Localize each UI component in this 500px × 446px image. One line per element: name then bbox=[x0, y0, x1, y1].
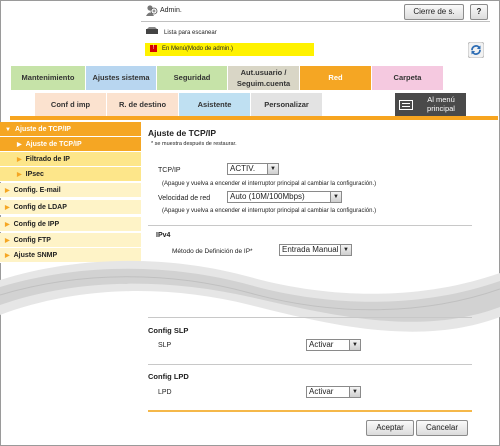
tab-mantenimiento[interactable]: Mantenimiento bbox=[11, 66, 85, 90]
page-title: Ajuste de TCP/IP bbox=[148, 128, 217, 138]
sidebar-item-ajuste-tcpip[interactable]: ▼ Ajuste de TCP/IP bbox=[0, 122, 141, 137]
admin-user-icon bbox=[146, 5, 158, 16]
tab-main-menu[interactable]: Al menú principal bbox=[395, 93, 466, 116]
tab-seguridad[interactable]: Seguridad bbox=[157, 66, 227, 90]
section-divider bbox=[148, 317, 472, 318]
lpd-select[interactable]: Activar ▼ bbox=[306, 386, 361, 398]
lpd-header: Config LPD bbox=[148, 372, 189, 381]
tab-asistente[interactable]: Asistente bbox=[179, 93, 250, 116]
sidebar-item-config-ftp[interactable]: ▶ Config FTP bbox=[0, 233, 141, 248]
page-break-wave bbox=[0, 260, 500, 332]
arrow-right-icon: ▶ bbox=[17, 172, 22, 178]
section-divider bbox=[148, 225, 472, 226]
slp-select[interactable]: Activar ▼ bbox=[306, 339, 361, 351]
warning-icon: ! bbox=[150, 45, 157, 52]
logout-button[interactable]: Cierre de s. bbox=[404, 4, 464, 20]
mode-label: En Menú(Modo de admin.) bbox=[162, 46, 234, 52]
admin-label: Admin. bbox=[160, 7, 182, 14]
accept-button[interactable]: Aceptar bbox=[366, 420, 414, 436]
header-divider bbox=[141, 21, 490, 22]
speed-label: Velocidad de red bbox=[158, 195, 211, 202]
slp-header: Config SLP bbox=[148, 326, 189, 335]
restore-note: * se muestra después de restaurar. bbox=[151, 141, 237, 147]
chevron-down-icon: ▼ bbox=[349, 387, 360, 397]
tab-divider bbox=[10, 116, 498, 120]
arrow-right-icon: ▶ bbox=[5, 222, 10, 228]
main-menu-icon bbox=[399, 100, 413, 110]
expand-icon: ▼ bbox=[5, 127, 11, 133]
sidebar-item-config-ldap[interactable]: ▶ Config de LDAP bbox=[0, 200, 141, 215]
tab-r-de-destino[interactable]: R. de destino bbox=[107, 93, 178, 116]
tab-conf-d-imp[interactable]: Conf d imp bbox=[35, 93, 106, 116]
tab-red[interactable]: Red bbox=[300, 66, 371, 90]
slp-label: SLP bbox=[158, 342, 172, 349]
arrow-right-icon: ▶ bbox=[5, 238, 10, 244]
footer-divider bbox=[148, 410, 472, 412]
ipv4-header: IPv4 bbox=[156, 232, 171, 239]
tcpip-select[interactable]: ACTIV. ▼ bbox=[227, 163, 279, 175]
sidebar-item-config-email[interactable]: ▶ Config. E-mail bbox=[0, 183, 141, 198]
tab-ajustes-sistema[interactable]: Ajustes sistema bbox=[86, 66, 156, 90]
tcpip-note: (Apague y vuelva a encender el interrupt… bbox=[162, 181, 377, 187]
refresh-icon[interactable] bbox=[468, 42, 484, 58]
ip-method-label: Método de Definición de IP* bbox=[172, 248, 253, 255]
tab-carpeta[interactable]: Carpeta bbox=[372, 66, 443, 90]
tab-aut-usuario[interactable]: Aut.usuario / Seguim.cuenta bbox=[228, 66, 299, 90]
speed-note: (Apague y vuelva a encender el interrupt… bbox=[162, 208, 377, 214]
sidebar-item-config-ipp[interactable]: ▶ Config de IPP bbox=[0, 217, 141, 232]
arrow-right-icon: ▶ bbox=[17, 157, 22, 163]
arrow-right-icon: ▶ bbox=[5, 188, 10, 194]
cancel-button[interactable]: Cancelar bbox=[416, 420, 468, 436]
tab-personalizar[interactable]: Personalizar bbox=[251, 93, 322, 116]
scanner-icon[interactable] bbox=[146, 27, 158, 35]
chevron-down-icon: ▼ bbox=[267, 164, 278, 174]
sidebar-item-ajuste-tcpip-sub[interactable]: ▶ Ajuste de TCP/IP bbox=[0, 137, 141, 152]
scan-list-link[interactable]: Lista para escanear bbox=[164, 30, 217, 36]
chevron-down-icon: ▼ bbox=[349, 340, 360, 350]
arrow-right-icon: ▶ bbox=[5, 205, 10, 211]
chevron-down-icon: ▼ bbox=[330, 192, 341, 202]
sidebar-item-filtrado-ip[interactable]: ▶ Filtrado de IP bbox=[0, 152, 141, 167]
sidebar-item-ipsec[interactable]: ▶ IPsec bbox=[0, 167, 141, 182]
tcpip-label: TCP/IP bbox=[158, 167, 181, 174]
lpd-label: LPD bbox=[158, 389, 172, 396]
speed-select[interactable]: Auto (10M/100Mbps) ▼ bbox=[227, 191, 342, 203]
chevron-down-icon: ▼ bbox=[340, 245, 351, 255]
section-divider bbox=[148, 364, 472, 365]
help-button[interactable]: ? bbox=[470, 4, 488, 20]
arrow-right-icon: ▶ bbox=[17, 142, 22, 148]
